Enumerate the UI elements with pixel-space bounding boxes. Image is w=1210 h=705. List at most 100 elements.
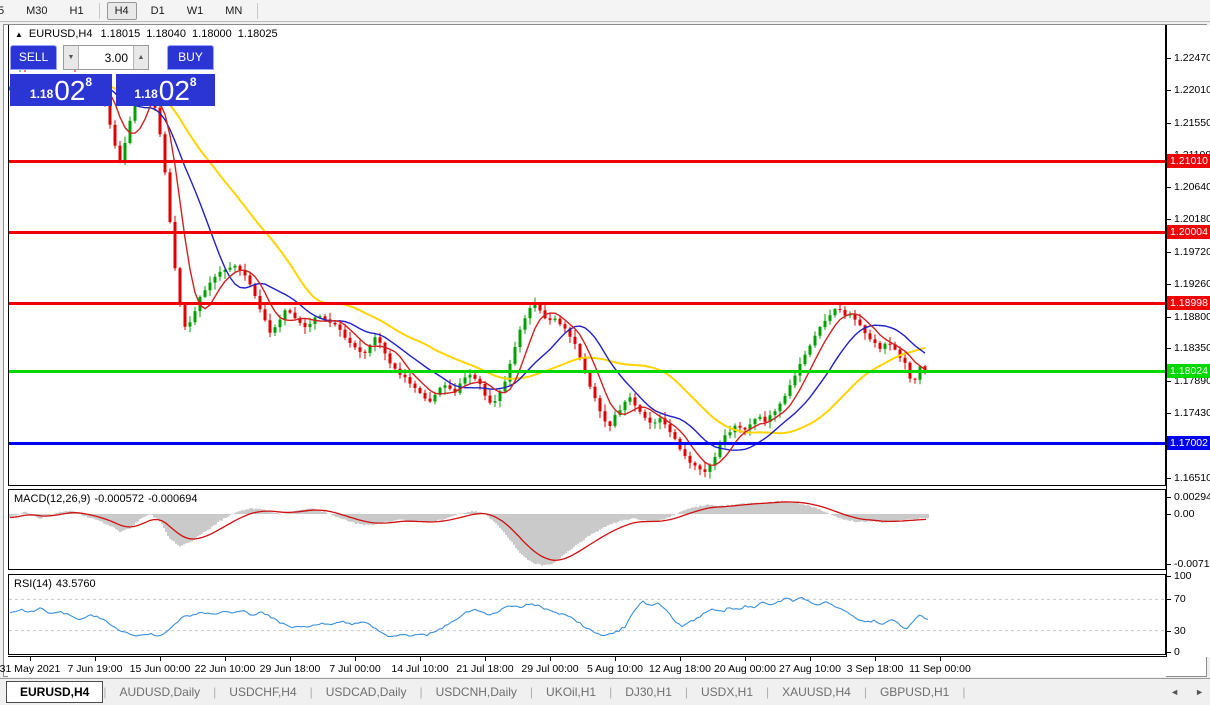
tab-audusd-daily[interactable]: AUDUSD,Daily [106,681,213,703]
rsi-axis-tick [1167,576,1171,577]
timeframe-toolbar: 5 M30 H1 H4 D1 W1 MN [0,0,1210,22]
rsi-axis-tick [1167,631,1171,632]
trading-terminal: 5M30H1H4D1W1MN ▲ EURUSD,H4 1.18015 1.180… [0,0,1210,705]
rsi-indicator-panel[interactable]: RSI(14)43.5760 [8,574,1166,655]
buy-price-sup: 8 [190,75,197,89]
chart-symbol-label: EURUSD,H4 [29,28,93,40]
macd-indicator-panel[interactable]: MACD(12,26,9)-0.000572-0.000694 [8,489,1166,570]
sell-button[interactable]: SELL [10,45,57,70]
horizontal-line-resistance-2[interactable] [9,231,1165,234]
macd-value-1: -0.000572 [94,493,144,505]
buy-price-prefix: 1.18 [134,87,157,101]
timeframe-button-h1[interactable]: H1 [62,2,92,20]
price-axis-tick [1167,219,1171,220]
price-axis-label: 1.20640 [1174,181,1210,193]
rsi-axis-label: 70 [1174,593,1186,605]
macd-axis-tick [1167,497,1171,498]
time-axis-tick [680,657,681,661]
time-axis-tick [355,657,356,661]
buy-button[interactable]: BUY [167,45,214,70]
tab-eurusd-h4[interactable]: EURUSD,H4 [6,681,103,703]
sell-price-big: 02 [54,76,85,106]
chart-header: ▲ EURUSD,H4 1.18015 1.18040 1.18000 1.18… [15,28,284,40]
price-axis-label: 1.16510 [1174,472,1210,484]
toolbar-separator [257,3,258,19]
price-axis-tick [1167,284,1171,285]
volume-input[interactable] [79,46,133,69]
price-axis-tick [1167,90,1171,91]
price-axis-tick [1167,413,1171,414]
tabs-scroll-right-button[interactable]: ► [1193,685,1206,699]
tab-xauusd-h4[interactable]: XAUUSD,H4 [769,681,864,703]
tab-separator: | [962,685,965,699]
macd-label: MACD(12,26,9)-0.000572-0.000694 [14,493,202,505]
tab-usdchf-h4[interactable]: USDCHF,H4 [216,681,309,703]
macd-axis-label: 0.00 [1174,508,1194,520]
tab-ukoil-h1[interactable]: UKOil,H1 [533,681,609,703]
time-axis-tick [290,657,291,661]
rsi-value: 43.5760 [56,578,96,590]
time-axis-tick [550,657,551,661]
time-axis-tick [95,657,96,661]
volume-spinner: ▼ ▲ [63,45,149,70]
price-axis-tick [1167,123,1171,124]
price-axis-tick [1167,381,1171,382]
timeframe-button-w1[interactable]: W1 [179,2,212,20]
horizontal-line-resistance-3[interactable] [9,302,1165,305]
macd-axis-tick [1167,564,1171,565]
rsi-axis-tick [1167,599,1171,600]
price-badge-resistance-1: 1.21010 [1167,154,1210,168]
price-axis-label: 1.19260 [1174,278,1210,290]
sell-price-prefix: 1.18 [30,87,53,101]
sell-price-display[interactable]: 1.18028 [10,72,112,106]
price-badge-resistance-3: 1.18998 [1167,296,1210,310]
price-axis-tick [1167,252,1171,253]
rsi-axis-tick [1167,652,1171,653]
price-axis-tick [1167,187,1171,188]
timeframe-button-d1[interactable]: D1 [143,2,173,20]
tabs-scroll-left-button[interactable]: ◄ [1168,685,1181,699]
sell-price-sup: 8 [85,75,92,89]
time-axis-tick [615,657,616,661]
tab-usdcnh-daily[interactable]: USDCNH,Daily [423,681,530,703]
price-axis-label: 1.22010 [1174,84,1210,96]
tab-gbpusd-h1[interactable]: GBPUSD,H1 [867,681,962,703]
time-axis-tick [420,657,421,661]
rsi-chart [9,575,1165,654]
trade-panel-toggle-icon[interactable]: ▲ [15,30,23,39]
time-axis-tick [875,657,876,661]
price-axis-label: 1.17430 [1174,407,1210,419]
price-axis-label: 1.19720 [1174,246,1210,258]
horizontal-line-current-price[interactable] [9,370,1165,373]
price-axis-label: 1.18350 [1174,342,1210,354]
price-axis-label: 1.21550 [1174,117,1210,129]
time-axis-tick [745,657,746,661]
toolbar-separator [99,3,100,19]
price-chart-area[interactable]: ▲ EURUSD,H4 1.18015 1.18040 1.18000 1.18… [8,25,1166,486]
horizontal-line-resistance-1[interactable] [9,160,1165,163]
price-axis-label: 1.22470 [1174,52,1210,64]
rsi-axis-label: 0 [1174,646,1180,658]
timeframe-button-m30[interactable]: M30 [18,2,55,20]
time-axis-tick [940,657,941,661]
tabs-scroll-controls: ◄ ► [1168,679,1206,705]
time-axis-label: 11 Sep 00:00 [898,663,982,675]
volume-increase-button[interactable]: ▲ [133,46,148,69]
rsi-axis-label: 30 [1174,625,1186,637]
macd-axis-tick [1167,514,1171,515]
tab-usdcad-daily[interactable]: USDCAD,Daily [313,681,420,703]
price-axis-label: 1.20180 [1174,213,1210,225]
horizontal-line-support-1[interactable] [9,442,1165,445]
price-axis-tick [1167,58,1171,59]
price-badge-current-price: 1.18024 [1167,364,1210,378]
timeframe-button-h4[interactable]: H4 [107,2,137,20]
timeframe-button-mn[interactable]: MN [217,2,250,20]
ohlc-open: 1.18015 [101,28,141,40]
volume-decrease-button[interactable]: ▼ [64,46,79,69]
tab-dj30-h1[interactable]: DJ30,H1 [612,681,685,703]
tab-usdx-h1[interactable]: USDX,H1 [688,681,766,703]
macd-value-2: -0.000694 [148,493,198,505]
timeframe-button-5[interactable]: 5 [0,2,12,20]
buy-price-display[interactable]: 1.18028 [116,72,215,106]
price-axis: 1.224701.220101.215501.211001.206401.201… [1166,25,1210,657]
